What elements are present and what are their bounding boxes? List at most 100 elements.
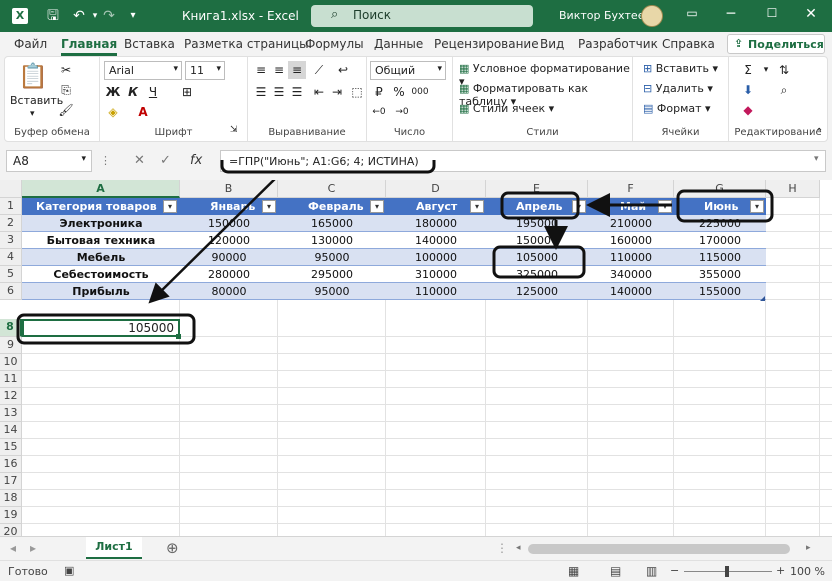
format-cells-icon: ▤ (643, 102, 654, 115)
search-box[interactable]: ⌕ Поиск (311, 5, 533, 27)
copy-icon[interactable]: ⎘ (57, 81, 75, 99)
sort-filter-icon[interactable]: ⇅ (775, 61, 793, 79)
increase-indent-icon[interactable]: ⇥ (328, 83, 346, 101)
ribbon: 📋 Вставить ▾ ✂ ⎘ 🖌 Буфер обмена Arial ▾ 1… (4, 56, 828, 142)
tab-help[interactable]: Справка (662, 37, 715, 51)
table-icon: ▦ (459, 82, 470, 95)
decrease-indent-icon[interactable]: ⇤ (310, 83, 328, 101)
horizontal-scrollbar[interactable] (528, 544, 790, 554)
status-text: Готово (8, 565, 48, 578)
normal-view-icon[interactable]: ▦ (568, 564, 579, 578)
cells-group-label: Ячейки (661, 127, 700, 138)
merge-center-icon[interactable]: ⬚ (348, 83, 366, 101)
fill-color-icon[interactable]: ◈ (104, 103, 122, 121)
tab-home[interactable]: Главная (61, 37, 118, 56)
scroll-tabs-right-icon[interactable]: ▸ (30, 541, 36, 555)
macro-record-icon[interactable]: ▣ (64, 564, 74, 577)
page-break-view-icon[interactable]: ▥ (646, 564, 657, 578)
sheet-tab-active[interactable]: Лист1 (86, 537, 142, 559)
share-button[interactable]: ⇪ Поделиться (727, 34, 825, 54)
title-bar: X 🖫 ↶ ▾ ↷ ▾ Книга1.xlsx - Excel ⌕ Поиск … (0, 0, 832, 32)
cell-styles-button[interactable]: ▦ Стили ячеек ▾ (459, 102, 554, 115)
scroll-tabs-left-icon[interactable]: ◂ (10, 541, 16, 555)
annotation-overlay-top (220, 160, 436, 174)
thousands-button[interactable]: 000 (409, 83, 431, 101)
autosum-icon[interactable]: Σ (739, 61, 757, 79)
share-label: Поделиться (748, 38, 824, 51)
tab-split-icon[interactable]: ⋮ (496, 541, 508, 555)
collapse-ribbon-icon[interactable]: ⌃ (815, 127, 823, 138)
customize-icon[interactable]: ▾ (124, 7, 142, 25)
align-top-icon[interactable]: ≡ (252, 61, 270, 79)
zoom-level[interactable]: 100 % (790, 565, 825, 578)
font-name-select[interactable]: Arial ▾ (104, 61, 182, 80)
font-group-label: Шрифт (154, 127, 193, 138)
cut-icon[interactable]: ✂ (57, 61, 75, 79)
add-sheet-icon[interactable]: ⊕ (166, 539, 179, 557)
tab-insert[interactable]: Вставка (124, 37, 175, 51)
underline-button[interactable]: Ч (144, 83, 162, 101)
bold-button[interactable]: Ж (104, 83, 122, 101)
annotation-box-value (492, 245, 586, 279)
increase-decimal-icon[interactable]: ←0 (370, 103, 388, 121)
fill-icon[interactable]: ⬇ (739, 81, 757, 99)
close-icon[interactable]: ✕ (801, 6, 821, 22)
avatar[interactable] (641, 5, 663, 27)
clear-icon[interactable]: ◆ (739, 101, 757, 119)
insert-cells-icon: ⊞ (643, 62, 653, 75)
editing-group-label: Редактирование (734, 127, 822, 138)
tab-view[interactable]: Вид (540, 37, 564, 51)
annotation-box-formula (220, 160, 436, 174)
share-icon: ⇪ (734, 37, 744, 50)
ribbon-display-icon[interactable]: ▭ (682, 6, 702, 20)
styles-group-label: Стили (526, 127, 559, 138)
align-right-icon[interactable]: ☰ (288, 83, 306, 101)
font-color-icon[interactable]: A (134, 103, 152, 121)
hscroll-left-icon[interactable]: ◂ (516, 543, 521, 553)
maximize-icon[interactable]: ☐ (762, 6, 782, 20)
tab-data[interactable]: Данные (374, 37, 423, 51)
sheet-tabs-bar: ◂ ▸ Лист1 ⊕ ⋮ ◂ ▸ (0, 536, 832, 560)
paste-icon[interactable]: 📋 (15, 62, 51, 92)
zoom-slider-thumb[interactable] (725, 566, 729, 577)
align-left-icon[interactable]: ☰ (252, 83, 270, 101)
delete-cells-button[interactable]: ⊟ Удалить ▾ (643, 82, 713, 95)
redo-icon[interactable]: ↷ (100, 7, 118, 25)
clipboard-group: 📋 Вставить ▾ ✂ ⎘ 🖌 Буфер обмена (5, 57, 100, 141)
format-painter-icon[interactable]: 🖌 (57, 101, 75, 119)
italic-button[interactable]: К (124, 83, 142, 101)
tab-developer[interactable]: Разработчик (578, 37, 658, 51)
format-cells-button[interactable]: ▤ Формат ▾ (643, 102, 711, 115)
save-icon[interactable]: 🖫 (44, 7, 62, 25)
wrap-text-icon[interactable]: ↩ (334, 61, 352, 79)
tab-page-layout[interactable]: Разметка страницы (184, 37, 309, 51)
page-layout-view-icon[interactable]: ▤ (610, 564, 621, 578)
currency-icon[interactable]: ₽ (370, 83, 388, 101)
zoom-out-icon[interactable]: − (670, 564, 679, 577)
align-middle-icon[interactable]: ≡ (270, 61, 288, 79)
tab-review[interactable]: Рецензирование (434, 37, 539, 51)
percent-button[interactable]: % (390, 83, 408, 101)
decrease-decimal-icon[interactable]: →0 (393, 103, 411, 121)
user-name[interactable]: Виктор Бухтеев (559, 9, 651, 22)
minimize-icon[interactable]: ─ (721, 6, 741, 22)
align-center-icon[interactable]: ☰ (270, 83, 288, 101)
font-size-select[interactable]: 11 ▾ (185, 61, 225, 80)
zoom-in-icon[interactable]: + (776, 564, 785, 577)
tab-formulas[interactable]: Формулы (305, 37, 364, 51)
tab-file[interactable]: Файл (14, 37, 47, 51)
search-icon: ⌕ (331, 7, 339, 22)
delete-cells-icon: ⊟ (643, 82, 653, 95)
worksheet-grid[interactable]: A B C D E F G H 1 2 3 4 5 6 8 9 10 11 12 13 14 15 16 17… (0, 180, 832, 536)
number-format-select[interactable]: Общий ▾ (370, 61, 446, 80)
hscroll-right-icon[interactable]: ▸ (806, 543, 811, 553)
paste-button[interactable]: Вставить (10, 94, 63, 107)
borders-icon[interactable]: ⊞ (178, 83, 196, 101)
autosum-dropdown-icon[interactable]: ▾ (757, 61, 775, 79)
insert-cells-button[interactable]: ⊞ Вставить ▾ (643, 62, 718, 75)
align-bottom-icon[interactable]: ≡ (288, 61, 306, 79)
orientation-icon[interactable]: ⟋ (310, 61, 328, 79)
paste-dropdown-icon[interactable]: ▾ (30, 109, 35, 119)
find-select-icon[interactable]: ⌕ (775, 81, 793, 99)
styles-group: ▦ Условное форматирование ▾ ▦ Форматиров… (453, 57, 633, 141)
